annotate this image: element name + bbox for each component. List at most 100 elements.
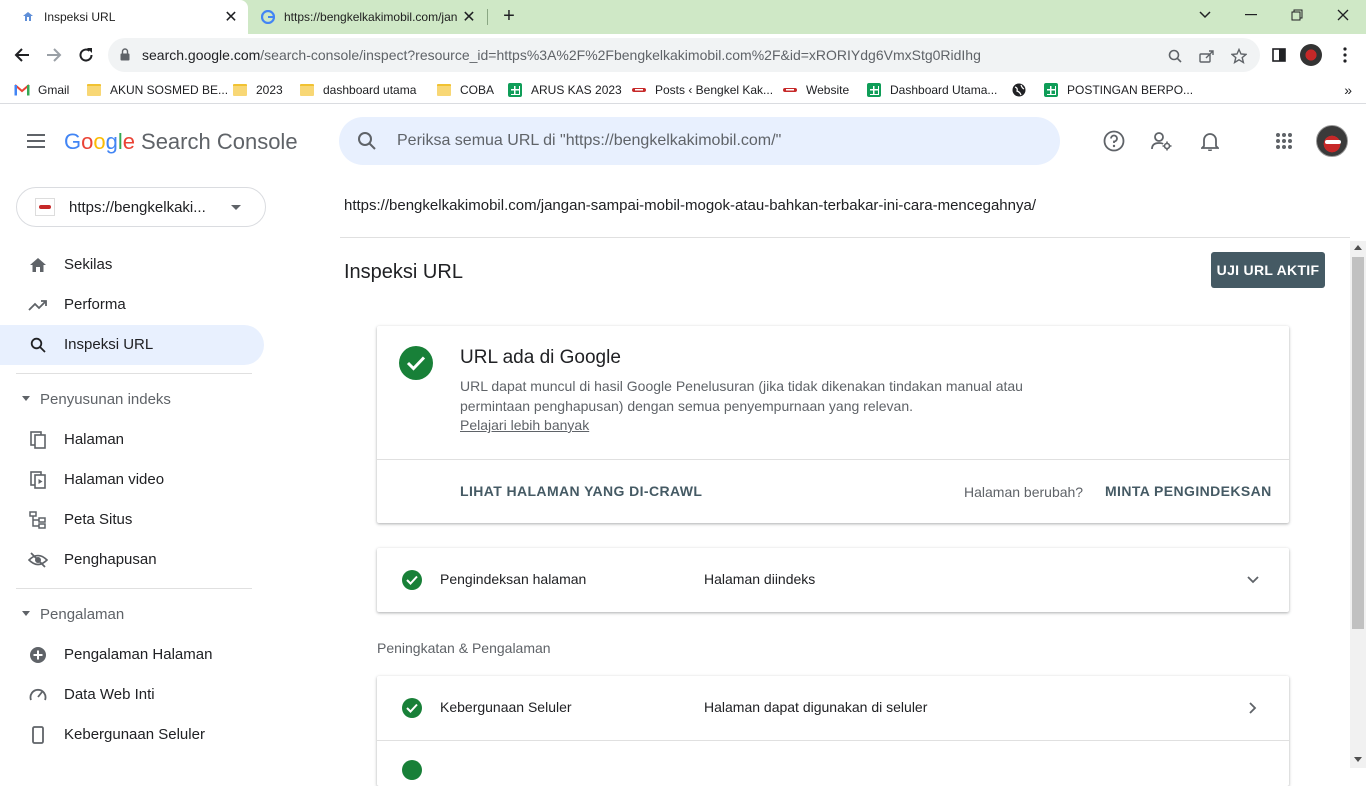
product-name: Search Console bbox=[141, 129, 298, 154]
property-selector[interactable]: https://bengkelkaki... bbox=[16, 187, 266, 227]
mobile-usability-row[interactable]: Kebergunaan Seluler Halaman dapat diguna… bbox=[377, 676, 1289, 786]
forward-icon[interactable] bbox=[42, 43, 66, 67]
video-page-icon bbox=[28, 470, 48, 490]
expand-chevron-icon[interactable] bbox=[1243, 570, 1263, 590]
close-window-icon[interactable] bbox=[1320, 0, 1366, 30]
notifications-bell-icon[interactable] bbox=[1198, 129, 1222, 153]
search-placeholder: Periksa semua URL di "https://bengkelkak… bbox=[397, 132, 782, 149]
bookmark-label: Dashboard Utama... bbox=[890, 83, 998, 97]
scroll-up-icon[interactable] bbox=[1354, 245, 1362, 250]
section-label: Penyusunan indeks bbox=[40, 391, 171, 408]
tab-strip: Inspeksi URL ✕ https://bengkelkakimobil.… bbox=[0, 0, 1366, 34]
sidebar-item-label: Halaman video bbox=[64, 471, 165, 488]
scroll-down-icon[interactable] bbox=[1354, 757, 1362, 762]
check-circle-icon bbox=[402, 698, 422, 718]
back-icon[interactable] bbox=[10, 43, 34, 67]
lock-icon[interactable] bbox=[120, 48, 130, 66]
bookmark-2023[interactable]: 2023 bbox=[232, 82, 283, 98]
sidebar-item-performa[interactable]: Performa bbox=[0, 285, 264, 325]
bookmarks-overflow-icon[interactable]: » bbox=[1344, 82, 1352, 98]
search-console-logo[interactable]: Google Search Console bbox=[64, 129, 298, 155]
bookmark-label: POSTINGAN BERPO... bbox=[1067, 83, 1194, 97]
app-header: Google Search Console Periksa semua URL d… bbox=[0, 105, 1366, 177]
chevron-right-icon[interactable] bbox=[1243, 698, 1263, 718]
bookmark-label: Gmail bbox=[38, 83, 70, 97]
bookmark-label: Website bbox=[806, 83, 850, 97]
sidebar-item-pengalaman-halaman[interactable]: Pengalaman Halaman bbox=[0, 635, 264, 675]
test-live-url-button[interactable]: UJI URL AKTIF bbox=[1211, 252, 1325, 288]
page-indexing-row[interactable]: Pengindeksan halaman Halaman diindeks bbox=[377, 548, 1289, 612]
sidebar-item-label: Pengalaman Halaman bbox=[64, 646, 213, 663]
gmail-icon bbox=[14, 82, 30, 98]
collapse-caret-icon bbox=[22, 611, 30, 616]
bookmark-label: dashboard utama bbox=[323, 83, 417, 97]
menu-icon[interactable] bbox=[24, 129, 48, 153]
inspect-url-search-input[interactable]: Periksa semua URL di "https://bengkelkak… bbox=[339, 117, 1060, 165]
bookmark-dashboard-utama-sheet[interactable]: Dashboard Utama... bbox=[866, 82, 997, 98]
scrollbar-thumb[interactable] bbox=[1352, 257, 1364, 629]
sidebar-item-data-web-inti[interactable]: Data Web Inti bbox=[0, 675, 264, 715]
bookmark-website[interactable]: Website bbox=[782, 82, 849, 98]
page-title: Inspeksi URL bbox=[344, 261, 463, 283]
globe-icon bbox=[1011, 82, 1027, 98]
account-avatar[interactable] bbox=[1316, 125, 1348, 157]
new-tab-icon[interactable]: + bbox=[499, 6, 519, 26]
folder-icon bbox=[436, 82, 452, 98]
bookmark-akun-sosmed[interactable]: AKUN SOSMED BE... bbox=[86, 82, 228, 98]
bookmark-dashboard-utama[interactable]: dashboard utama bbox=[299, 82, 416, 98]
chrome-menu-icon[interactable] bbox=[1334, 44, 1356, 66]
bookmark-arus-kas[interactable]: ARUS KAS 2023 bbox=[507, 82, 622, 98]
close-tab-icon[interactable]: ✕ bbox=[222, 8, 240, 26]
sheets-icon bbox=[1043, 82, 1059, 98]
visibility-off-icon bbox=[28, 550, 48, 570]
learn-more-link[interactable]: Pelajari lebih banyak bbox=[460, 417, 589, 433]
apps-grid-icon[interactable] bbox=[1272, 129, 1296, 153]
sidebar-item-halaman-video[interactable]: Halaman video bbox=[0, 460, 264, 500]
property-favicon-icon bbox=[35, 198, 55, 216]
enhancements-heading: Peningkatan & Pengalaman bbox=[377, 640, 551, 656]
card-divider bbox=[377, 459, 1289, 460]
section-penyusunan-indeks[interactable]: Penyusunan indeks bbox=[0, 385, 264, 415]
bookmark-posts[interactable]: Posts ‹ Bengkel Kak... bbox=[631, 82, 773, 98]
logo-letter: G bbox=[64, 129, 82, 154]
share-icon[interactable] bbox=[1198, 47, 1216, 65]
dropdown-caret-icon bbox=[231, 205, 241, 210]
close-tab-icon[interactable]: ✕ bbox=[460, 8, 478, 26]
sitemap-icon bbox=[28, 510, 48, 530]
restore-icon[interactable] bbox=[1274, 0, 1320, 30]
sidebar-item-penghapusan[interactable]: Penghapusan bbox=[0, 540, 264, 580]
reload-icon[interactable] bbox=[74, 43, 98, 67]
content-scrollbar[interactable] bbox=[1350, 241, 1366, 768]
sidebar-item-peta-situs[interactable]: Peta Situs bbox=[0, 500, 264, 540]
bookmark-postingan[interactable]: POSTINGAN BERPO... bbox=[1043, 82, 1193, 98]
sidebar-item-kebergunaan-seluler[interactable]: Kebergunaan Seluler bbox=[0, 715, 264, 755]
sidebar-item-inspeksi-url[interactable]: Inspeksi URL bbox=[0, 325, 264, 365]
sidebar-item-sekilas[interactable]: Sekilas bbox=[0, 245, 264, 285]
tab-search-chevron-icon[interactable] bbox=[1182, 0, 1228, 30]
bookmark-coba[interactable]: COBA bbox=[436, 82, 494, 98]
zoom-search-icon[interactable] bbox=[1166, 47, 1184, 65]
minimize-icon[interactable] bbox=[1228, 0, 1274, 30]
logo-letter: o bbox=[93, 129, 106, 154]
bookmark-gmail[interactable]: Gmail bbox=[14, 82, 69, 98]
request-indexing-button[interactable]: MINTA PENGINDEKSAN bbox=[1105, 483, 1272, 499]
logo-letter: g bbox=[105, 129, 118, 154]
view-crawled-page-button[interactable]: LIHAT HALAMAN YANG DI-CRAWL bbox=[460, 483, 702, 499]
section-pengalaman[interactable]: Pengalaman bbox=[0, 600, 264, 630]
manage-users-icon[interactable] bbox=[1150, 129, 1174, 153]
index-status-card: URL ada di Google URL dapat muncul di ha… bbox=[377, 326, 1289, 523]
profile-avatar[interactable] bbox=[1300, 44, 1322, 66]
help-icon[interactable] bbox=[1102, 129, 1126, 153]
bookmark-star-icon[interactable] bbox=[1230, 47, 1248, 65]
phone-icon bbox=[28, 725, 48, 745]
address-bar[interactable]: search.google.com/search-console/inspect… bbox=[108, 38, 1260, 72]
site-icon bbox=[631, 82, 647, 98]
bookmarks-bar: Gmail AKUN SOSMED BE... 2023 dashboard u… bbox=[0, 76, 1366, 104]
sidebar-item-halaman[interactable]: Halaman bbox=[0, 420, 264, 460]
side-panel-icon[interactable] bbox=[1268, 44, 1290, 66]
tab-title: Inspeksi URL bbox=[44, 10, 116, 24]
bookmark-label: ARUS KAS 2023 bbox=[531, 83, 622, 97]
tab-bengkel[interactable]: https://bengkelkakimobil.com/jan ✕ bbox=[250, 0, 486, 34]
tab-inspeksi-url[interactable]: Inspeksi URL ✕ bbox=[0, 0, 248, 34]
bookmark-globe[interactable] bbox=[1011, 82, 1035, 98]
